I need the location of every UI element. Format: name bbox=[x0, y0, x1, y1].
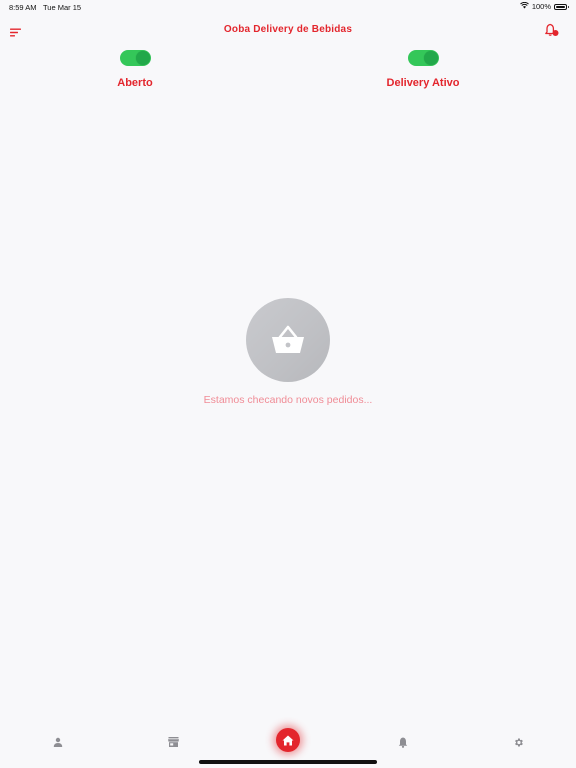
empty-state-illustration bbox=[246, 298, 330, 382]
shopping-basket-icon bbox=[272, 325, 304, 353]
app-screen: 8:59 AM Tue Mar 15 100% Ooba Delivery de… bbox=[0, 0, 576, 768]
home-indicator[interactable] bbox=[199, 760, 377, 764]
delivery-toggle-switch[interactable] bbox=[407, 50, 439, 66]
nav-profile[interactable] bbox=[50, 734, 66, 750]
bell-icon bbox=[398, 737, 408, 748]
person-icon bbox=[53, 737, 63, 747]
toggle-knob bbox=[423, 51, 438, 65]
home-icon bbox=[282, 735, 294, 745]
battery-icon bbox=[554, 3, 569, 10]
delivery-toggle-label: Delivery Ativo bbox=[386, 77, 460, 89]
delivery-toggle-group: Delivery Ativo bbox=[363, 50, 483, 89]
nav-store[interactable] bbox=[165, 734, 181, 750]
open-toggle-label: Aberto bbox=[117, 77, 153, 89]
open-toggle-switch[interactable] bbox=[119, 50, 151, 66]
battery-percent: 100% bbox=[531, 2, 551, 11]
nav-settings[interactable] bbox=[510, 734, 526, 750]
notifications-button[interactable] bbox=[544, 22, 560, 38]
nav-notifications[interactable] bbox=[395, 734, 411, 750]
bell-icon bbox=[545, 23, 559, 36]
status-right: 100% bbox=[519, 1, 569, 11]
notification-badge bbox=[552, 30, 559, 36]
open-toggle-group: Aberto bbox=[75, 50, 195, 89]
toggle-knob bbox=[135, 51, 150, 65]
page-title: Ooba Delivery de Bebidas bbox=[223, 24, 353, 35]
status-date: Tue Mar 15 bbox=[43, 3, 82, 12]
status-time: 8:59 AM bbox=[9, 3, 37, 12]
empty-state-message: Estamos checando novos pedidos... bbox=[203, 394, 373, 406]
gear-icon bbox=[514, 737, 523, 747]
bottom-nav bbox=[0, 722, 576, 762]
wifi-icon bbox=[519, 1, 529, 11]
status-bar: 8:59 AM Tue Mar 15 100% bbox=[0, 0, 576, 14]
nav-home[interactable] bbox=[276, 728, 300, 752]
store-icon bbox=[167, 737, 179, 747]
